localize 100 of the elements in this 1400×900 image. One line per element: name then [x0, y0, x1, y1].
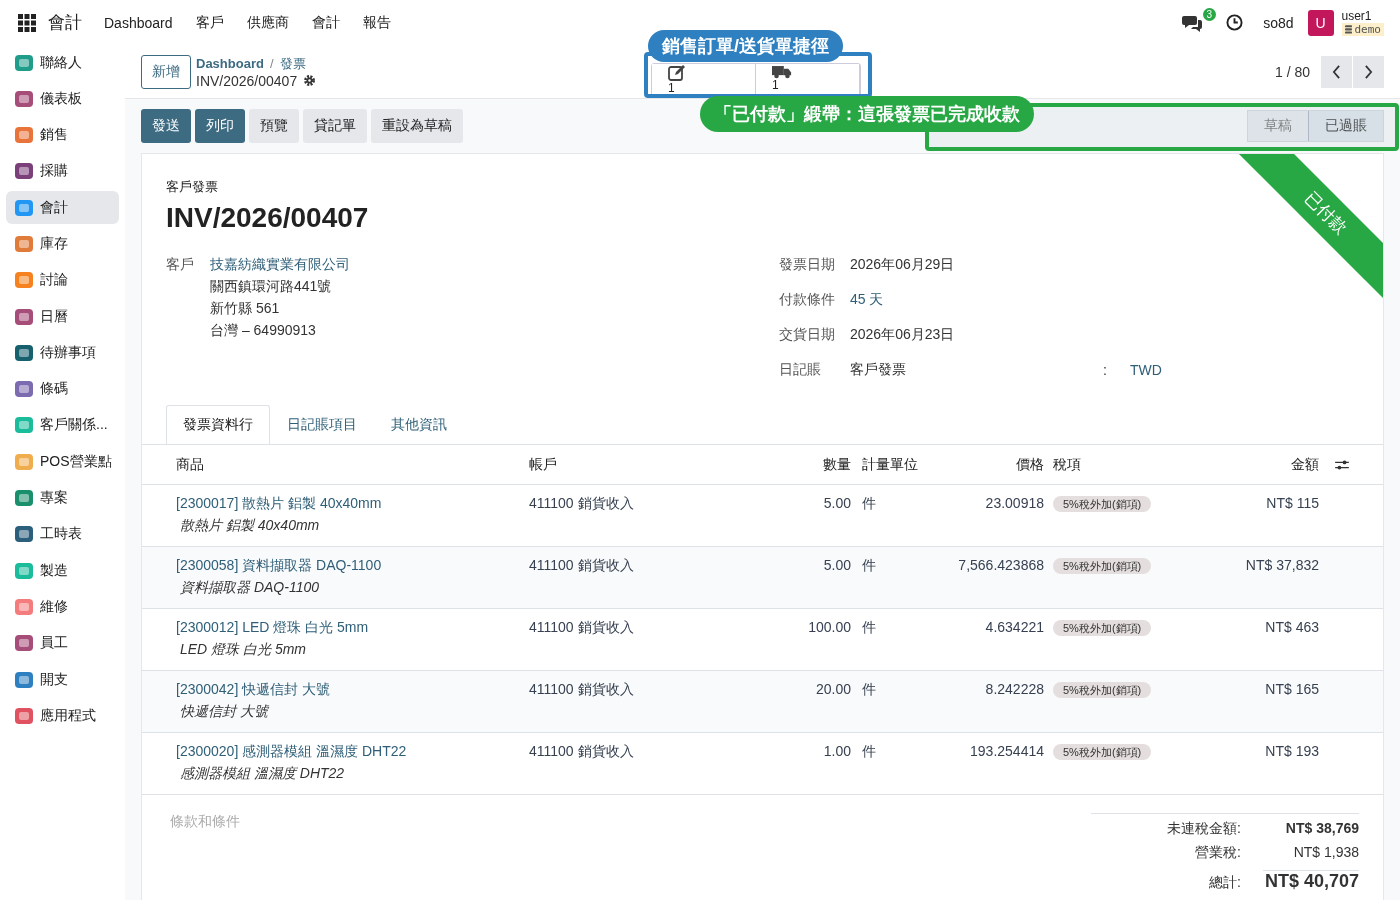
column-header[interactable]: 數量 [823, 455, 851, 474]
record-name: INV/2026/00407 [196, 72, 298, 89]
currency-value[interactable]: TWD [1130, 362, 1162, 379]
sidebar-item[interactable]: 製造 [6, 554, 119, 588]
sidebar-item[interactable]: 客戶關係... [6, 408, 119, 442]
product-link[interactable]: [2300042] 快遞信封 大號 [176, 681, 529, 700]
app-grid-icon[interactable] [18, 13, 36, 32]
separator-colon: : [1103, 362, 1108, 379]
menu-item[interactable]: 報告 [362, 13, 391, 32]
sidebar-item[interactable]: 條碼 [6, 372, 119, 406]
sidebar-item[interactable]: 專案 [6, 481, 119, 515]
sidebar-item[interactable]: 儀表板 [6, 82, 119, 116]
tax-tag: 5%稅外加(銷項) [1053, 496, 1152, 513]
sidebar-item[interactable]: 庫存 [6, 227, 119, 261]
chevron-right-icon[interactable] [1364, 64, 1373, 79]
sidebar-item[interactable]: 會計 [6, 191, 119, 225]
table-cell-text: 件 [861, 619, 877, 638]
menu-item[interactable]: 客戶 [195, 13, 224, 32]
sidebar-item[interactable]: 應用程式 [6, 699, 119, 733]
sidebar-item[interactable]: 銷售 [6, 118, 119, 152]
annotation-tooltip: 「已付款」緞帶：這張發票已完成收款 [700, 96, 1034, 132]
total-label: 營業稅: [1195, 844, 1241, 863]
message-count-badge: 3 [1202, 7, 1217, 21]
sidebar-item[interactable]: 員工 [6, 626, 119, 660]
product-description: 資料擷取器 DAQ-1100 [179, 579, 320, 598]
table-cell: 20.00 [815, 681, 851, 698]
column-header[interactable]: 價格 [1016, 455, 1044, 474]
invoice-number: INV/2026/00407 [166, 202, 369, 235]
table-cell: 5.00 [823, 495, 851, 512]
clock-icon[interactable] [1226, 14, 1244, 31]
previous-button[interactable] [1320, 55, 1352, 88]
app-icon [14, 560, 34, 581]
table-cell-text: 411100 銷貨收入 [529, 495, 635, 514]
sidebar-item[interactable]: 聯絡人 [6, 46, 119, 79]
chevron-left-icon[interactable] [1332, 64, 1341, 79]
sidebar-item[interactable]: POS營業點 [6, 445, 119, 479]
sidebar-item[interactable]: 維修 [6, 590, 119, 624]
sidebar-item[interactable]: 採購 [6, 154, 119, 188]
tax-tag: 5%稅外加(銷項) [1053, 620, 1152, 637]
app-icon [14, 488, 34, 509]
user-name[interactable]: user1 [1341, 9, 1384, 23]
product-link[interactable]: [2300012] LED 燈珠 白光 5mm [176, 619, 529, 638]
column-header[interactable]: 金額 [1291, 455, 1319, 474]
sidebar-item[interactable]: 開支 [6, 663, 119, 697]
app-icon [14, 161, 34, 182]
product-link[interactable]: [2300020] 感測器模組 溫濕度 DHT22 [176, 743, 529, 762]
field-value[interactable]: 45 天 [850, 291, 884, 310]
table-cell: NT$ 115 [1266, 495, 1319, 512]
tax-tag: 5%稅外加(銷項) [1053, 744, 1152, 761]
sidebar-item[interactable]: 工時表 [6, 517, 119, 551]
column-header[interactable]: 稅項 [1044, 455, 1189, 474]
field-label: 付款條件 [779, 291, 836, 310]
app-icon [14, 524, 34, 545]
user-avatar[interactable]: U [1307, 9, 1334, 36]
table-cell: NT$ 165 [1265, 681, 1319, 698]
table-cell: 1.00 [823, 743, 851, 760]
app-icon [14, 88, 34, 109]
table-cell: 5.00 [823, 557, 851, 574]
breadcrumb-current[interactable]: 發票 [279, 54, 306, 73]
product-link[interactable]: [2300017] 散熱片 鋁製 40x40mm [176, 495, 529, 514]
total-label: 未連稅金額: [1167, 820, 1241, 839]
product-description: 感測器模組 溫濕度 DHT22 [179, 765, 346, 784]
settings-icon[interactable] [303, 74, 317, 88]
menu-item[interactable]: Dashboard [104, 14, 173, 31]
notebook-tab[interactable]: 其他資訊 [374, 405, 464, 445]
app-name[interactable]: 會計 [48, 11, 82, 34]
sidebar-item[interactable]: 待辦事項 [6, 336, 119, 370]
product-link[interactable]: [2300058] 資料擷取器 DAQ-1100 [176, 557, 529, 576]
sidebar-item[interactable]: 討論 [6, 263, 119, 297]
column-settings-icon[interactable] [1335, 458, 1349, 471]
menu-item[interactable]: 會計 [311, 13, 340, 32]
column-header[interactable]: 計量單位 [851, 455, 929, 474]
breadcrumb-link[interactable]: Dashboard [196, 56, 264, 72]
chat-icon[interactable] [1182, 13, 1203, 32]
column-header[interactable]: 帳戶 [529, 455, 760, 474]
action-button[interactable]: 貸記單 [303, 109, 367, 144]
new-button[interactable]: 新增 [141, 54, 191, 89]
address-line: 關西鎮環河路441號 [210, 278, 333, 297]
notebook-tab[interactable]: 日記賬項目 [270, 405, 374, 445]
menu-item[interactable]: 供應商 [246, 13, 289, 32]
company-name[interactable]: so8d [1263, 14, 1294, 31]
table-cell-text: 411100 銷貨收入 [529, 681, 635, 700]
column-header[interactable]: 商品 [176, 455, 529, 474]
notebook-tab[interactable]: 發票資料行 [166, 405, 270, 445]
action-button[interactable]: 列印 [195, 109, 245, 144]
app-icon [14, 197, 34, 218]
sidebar-item[interactable]: 日曆 [6, 300, 119, 334]
action-button[interactable]: 預覽 [249, 109, 299, 144]
total-label: 總計: [1209, 874, 1241, 893]
table-cell-text: 411100 銷貨收入 [529, 619, 635, 638]
document-type: 客戶發票 [166, 178, 219, 197]
table-cell-text: 件 [861, 495, 877, 514]
pager-counter: 1 / 80 [1274, 63, 1310, 80]
action-button[interactable]: 重設為草稿 [371, 109, 463, 144]
action-button[interactable]: 發送 [141, 109, 191, 144]
next-button[interactable] [1352, 55, 1384, 88]
table-cell: 100.00 [808, 619, 851, 636]
status-stage[interactable]: 已過賬 [1308, 111, 1383, 142]
app-icon [14, 52, 34, 73]
customer-link[interactable]: 技嘉紡織實業有限公司 [210, 256, 350, 275]
